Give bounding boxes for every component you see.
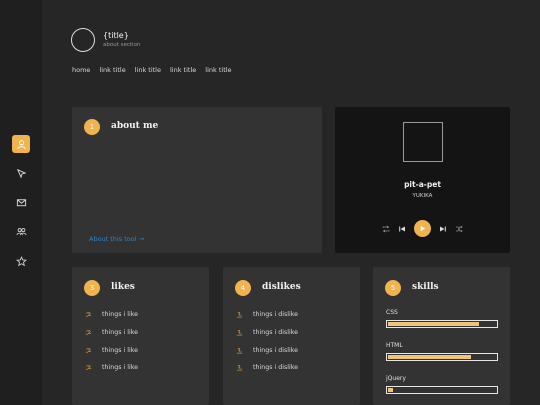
skill-bar-fill — [388, 322, 479, 326]
likes-card: 3 likes things i like things i like thin… — [72, 267, 209, 405]
list-item: things i like — [85, 327, 138, 337]
section-number-badge: 4 — [235, 280, 251, 296]
nav-link[interactable]: link title — [170, 66, 196, 74]
top-nav: home link title link title link title li… — [72, 66, 232, 74]
avatar — [71, 28, 95, 52]
like-item-label: things i like — [102, 363, 139, 371]
dislikes-title: dislikes — [262, 282, 301, 292]
section-number-badge: 5 — [385, 280, 401, 296]
like-item-label: things i like — [102, 310, 139, 318]
repeat-button[interactable] — [382, 225, 390, 233]
section-number-badge: 3 — [84, 280, 100, 296]
skills-title: skills — [412, 282, 439, 292]
about-card: 1 about me About this tool → — [72, 107, 322, 253]
skill-bar — [386, 386, 498, 394]
sidebar — [0, 0, 42, 405]
like-item-label: things i like — [102, 328, 139, 336]
skills-card: 5 skills CSS HTML jQuery — [373, 267, 510, 405]
next-icon — [440, 226, 446, 232]
dislikes-card: 4 dislikes things i dislike things i dis… — [223, 267, 360, 405]
list-item: things i like — [85, 345, 138, 355]
like-item-label: things i like — [102, 346, 139, 354]
sidebar-item-group[interactable] — [12, 222, 30, 240]
about-tool-link[interactable]: About this tool → — [89, 235, 144, 243]
heart-hand-icon — [85, 364, 92, 370]
sidebar-item-favorites[interactable] — [12, 252, 30, 270]
music-player: pit-a-pet YUKIKA — [335, 107, 510, 253]
skill-bar-fill — [388, 355, 471, 359]
shuffle-icon — [456, 225, 463, 233]
list-item: things i dislike — [236, 362, 298, 372]
nav-link[interactable]: link title — [99, 66, 125, 74]
list-item: things i dislike — [236, 327, 298, 337]
song-title: pit-a-pet — [404, 180, 441, 189]
skill-bar — [386, 320, 498, 328]
skill-bar-fill — [388, 388, 393, 392]
heart-hand-icon — [85, 311, 92, 317]
star-icon — [15, 255, 27, 266]
cursor-icon — [16, 168, 27, 179]
song-artist: YUKIKA — [412, 193, 433, 199]
next-button[interactable] — [439, 225, 447, 233]
sidebar-item-mail[interactable] — [12, 193, 30, 211]
list-item: things i like — [85, 309, 138, 319]
nav-link[interactable]: link title — [135, 66, 161, 74]
skill-label: jQuery — [386, 375, 406, 382]
broken-heart-icon — [236, 329, 243, 335]
dislike-item-label: things i dislike — [253, 310, 299, 318]
broken-heart-icon — [236, 311, 243, 317]
nav-link-home[interactable]: home — [72, 66, 90, 74]
nav-link[interactable]: link title — [205, 66, 231, 74]
likes-title: likes — [111, 282, 135, 292]
skill-label: HTML — [386, 342, 403, 349]
page-title: {title} — [103, 31, 129, 40]
heart-hand-icon — [85, 347, 92, 353]
dislike-item-label: things i dislike — [253, 363, 299, 371]
shuffle-button[interactable] — [455, 225, 463, 233]
broken-heart-icon — [236, 347, 243, 353]
skill-label: CSS — [386, 309, 398, 316]
about-title: about me — [111, 121, 159, 131]
list-item: things i dislike — [236, 309, 298, 319]
broken-heart-icon — [236, 364, 243, 370]
play-icon — [420, 225, 426, 232]
previous-icon — [399, 226, 405, 232]
sidebar-item-cursor[interactable] — [12, 164, 30, 182]
album-cover-image — [403, 122, 443, 162]
skill-bar — [386, 353, 498, 361]
dislike-item-label: things i dislike — [253, 328, 299, 336]
mail-icon — [16, 198, 26, 206]
group-icon — [16, 227, 26, 235]
sidebar-item-profile[interactable] — [12, 135, 30, 153]
dislike-item-label: things i dislike — [253, 346, 299, 354]
list-item: things i like — [85, 362, 138, 372]
repeat-icon — [382, 225, 390, 233]
previous-button[interactable] — [398, 225, 406, 233]
heart-hand-icon — [85, 329, 92, 335]
list-item: things i dislike — [236, 345, 298, 355]
play-button[interactable] — [414, 220, 431, 237]
user-icon — [16, 139, 26, 149]
player-controls — [335, 220, 510, 238]
section-number-badge: 1 — [84, 119, 100, 135]
page-subtitle: about section — [103, 42, 141, 48]
